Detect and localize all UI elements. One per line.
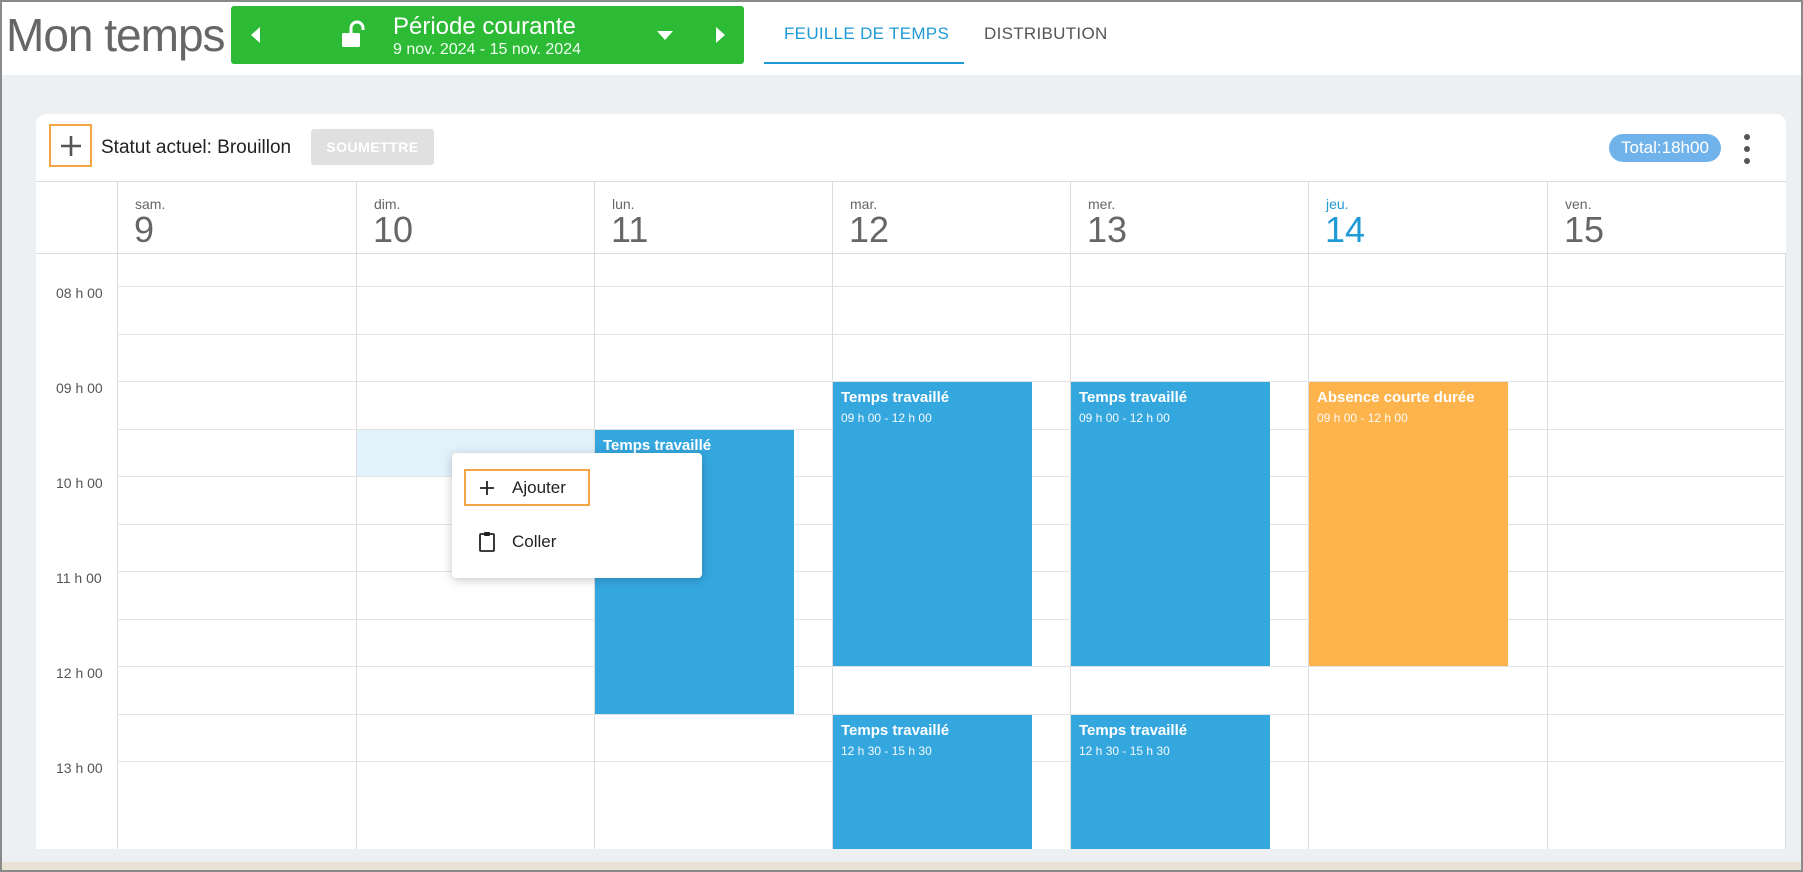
time-label: 08 h 00 xyxy=(56,285,103,301)
time-label: 11 h 00 xyxy=(56,570,102,586)
day-header-wed[interactable]: mer. 13 xyxy=(1070,181,1308,253)
timesheet-card: Statut actuel: Brouillon SOUMETTRE Total… xyxy=(36,114,1786,849)
event-work-tuesday-afternoon[interactable]: Temps travaillé 12 h 30 - 15 h 30 xyxy=(833,715,1032,849)
chevron-right-icon xyxy=(715,27,725,43)
day-header-mon[interactable]: lun. 11 xyxy=(594,181,832,253)
event-time: 09 h 00 - 12 h 00 xyxy=(1079,411,1170,425)
column-divider xyxy=(1547,253,1548,849)
plus-icon xyxy=(60,135,81,156)
day-number: 13 xyxy=(1087,209,1128,250)
event-title: Temps travaillé xyxy=(1079,722,1188,739)
event-title: Absence courte durée xyxy=(1317,389,1475,406)
column-divider xyxy=(117,253,118,849)
header-divider xyxy=(36,253,1786,254)
day-number: 15 xyxy=(1564,209,1605,250)
event-time: 12 h 30 - 15 h 30 xyxy=(841,744,932,758)
slot-line xyxy=(117,666,1786,667)
event-work-wednesday-morning[interactable]: Temps travaillé 09 h 00 - 12 h 00 xyxy=(1071,382,1270,666)
tab-timesheet[interactable]: FEUILLE DE TEMPS xyxy=(784,24,949,44)
event-work-wednesday-afternoon[interactable]: Temps travaillé 12 h 30 - 15 h 30 xyxy=(1071,715,1270,849)
context-menu: Ajouter Coller xyxy=(452,453,702,578)
time-label: 12 h 00 xyxy=(56,665,103,681)
event-title: Temps travaillé xyxy=(841,722,950,739)
day-header-thu[interactable]: jeu. 14 xyxy=(1308,181,1547,253)
event-work-tuesday-morning[interactable]: Temps travaillé 09 h 00 - 12 h 00 xyxy=(833,382,1032,666)
slot-line xyxy=(117,334,1786,335)
more-options-icon[interactable] xyxy=(1742,134,1752,164)
status-label: Statut actuel: Brouillon xyxy=(101,137,292,158)
day-header-sun[interactable]: dim. 10 xyxy=(356,181,594,253)
page-title: Mon temps xyxy=(6,9,226,61)
time-label: 13 h 00 xyxy=(56,760,103,776)
day-header-tue[interactable]: mar. 12 xyxy=(832,181,1070,253)
day-number: 10 xyxy=(373,209,414,250)
day-number: 12 xyxy=(849,209,890,250)
event-time: 09 h 00 - 12 h 00 xyxy=(841,411,932,425)
context-menu-paste[interactable]: Coller xyxy=(464,523,664,560)
window-bottom-edge xyxy=(0,862,1803,872)
day-number: 14 xyxy=(1325,209,1366,250)
active-tab-indicator xyxy=(764,62,964,64)
unlock-icon xyxy=(342,20,365,47)
column-divider xyxy=(356,253,357,849)
caret-down-icon xyxy=(657,30,673,40)
event-time: 12 h 30 - 15 h 30 xyxy=(1079,744,1170,758)
previous-period-button[interactable] xyxy=(233,6,277,64)
time-label: 10 h 00 xyxy=(56,475,103,491)
day-number: 11 xyxy=(611,209,649,250)
plus-icon xyxy=(476,477,498,499)
context-menu-add-label: Ajouter xyxy=(512,477,566,497)
event-time: 09 h 00 - 12 h 00 xyxy=(1317,411,1408,425)
next-period-button[interactable] xyxy=(698,6,742,64)
time-gutter-header xyxy=(36,181,117,253)
day-number: 9 xyxy=(134,209,155,250)
clipboard-icon xyxy=(476,531,498,553)
column-divider xyxy=(1785,253,1786,849)
submit-button[interactable]: SOUMETTRE xyxy=(311,129,434,165)
day-header-fri[interactable]: ven. 15 xyxy=(1547,181,1786,253)
time-label: 09 h 00 xyxy=(56,380,103,396)
period-selector: Période courante 9 nov. 2024 - 15 nov. 2… xyxy=(231,6,744,64)
event-title: Temps travaillé xyxy=(1079,389,1188,406)
week-calendar: sam. 9 dim. 10 lun. 11 mar. 12 mer. 13 j… xyxy=(36,181,1786,849)
total-badge: Total:18h00 xyxy=(1609,134,1721,162)
app-header: Mon temps Période courante 9 nov. 2024 -… xyxy=(0,0,1803,75)
event-absence-thursday[interactable]: Absence courte durée 09 h 00 - 12 h 00 xyxy=(1309,382,1508,666)
event-title: Temps travaillé xyxy=(841,389,950,406)
period-dropdown-button[interactable] xyxy=(647,6,683,64)
day-header-sat[interactable]: sam. 9 xyxy=(117,181,356,253)
period-range: 9 nov. 2024 - 15 nov. 2024 xyxy=(393,41,581,58)
slot-line xyxy=(117,286,1786,287)
add-entry-button[interactable] xyxy=(49,124,92,167)
period-title: Période courante xyxy=(393,13,576,40)
chevron-left-icon xyxy=(250,27,260,43)
tab-distribution[interactable]: DISTRIBUTION xyxy=(984,24,1108,44)
event-title: Temps travaillé xyxy=(603,437,712,454)
context-menu-add[interactable]: Ajouter xyxy=(464,469,590,506)
context-menu-paste-label: Coller xyxy=(512,531,557,551)
